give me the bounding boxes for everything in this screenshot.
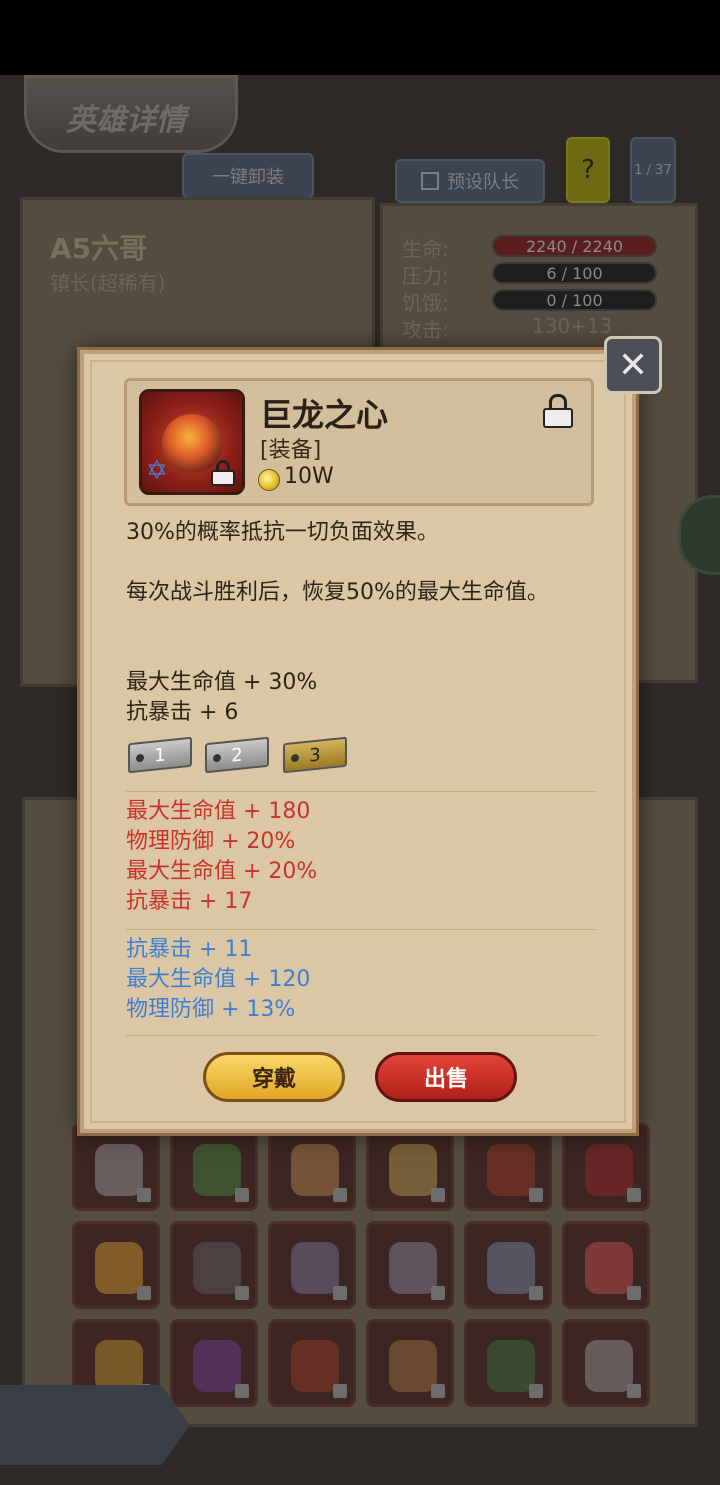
item-icon (389, 1144, 437, 1196)
inventory-slot[interactable] (268, 1319, 356, 1407)
inventory-slot[interactable] (170, 1319, 258, 1407)
lock-icon (333, 1286, 347, 1300)
blue-stat: 最大生命值 + 120 (126, 967, 311, 992)
inventory-slot[interactable] (464, 1319, 552, 1407)
item-icon (585, 1340, 633, 1392)
lock-icon (137, 1286, 151, 1300)
red-stat: 抗暴击 + 17 (126, 889, 253, 914)
inventory-slot[interactable] (562, 1123, 650, 1211)
lock-icon (529, 1188, 543, 1202)
checkbox-box[interactable] (421, 172, 439, 190)
lock-icon (529, 1286, 543, 1300)
preset-captain-checkbox[interactable]: 预设队长 (395, 159, 545, 203)
sell-button[interactable]: 出售 (375, 1052, 517, 1102)
lock-icon (137, 1188, 151, 1202)
hero-name: A5六哥 (50, 232, 148, 265)
item-type: [装备] (260, 438, 322, 463)
tier-label: 3 (309, 743, 321, 767)
inventory-slot[interactable] (268, 1221, 356, 1309)
stat-label: 压力: (402, 264, 449, 288)
base-stat: 抗暴击 + 6 (126, 700, 239, 725)
blue-stat: 物理防御 + 13% (126, 997, 296, 1022)
inventory-slot[interactable] (72, 1221, 160, 1309)
item-icon (487, 1340, 535, 1392)
item-icon (95, 1242, 143, 1294)
item-icon (291, 1242, 339, 1294)
inventory-slot[interactable] (464, 1221, 552, 1309)
red-stat: 物理防御 + 20% (126, 829, 296, 854)
item-price: 10W (284, 464, 334, 489)
hp-bar: 2240 / 2240 (492, 235, 657, 257)
item-icon (291, 1340, 339, 1392)
item-description: 每次战斗胜利后，恢复50%的最大生命值。 (126, 580, 549, 605)
page-title: 英雄详情 (66, 103, 186, 138)
lock-icon (333, 1384, 347, 1398)
lock-toggle-icon[interactable] (543, 394, 573, 428)
item-icon (585, 1144, 633, 1196)
lock-icon (627, 1188, 641, 1202)
lock-icon (529, 1384, 543, 1398)
inventory-slot[interactable] (562, 1319, 650, 1407)
stat-label: 饥饿: (402, 291, 449, 315)
item-name: 巨龙之心 (260, 396, 389, 434)
inventory-slot[interactable] (464, 1123, 552, 1211)
inventory-slot[interactable] (268, 1123, 356, 1211)
red-stat: 最大生命值 + 180 (126, 799, 311, 824)
red-stat: 最大生命值 + 20% (126, 859, 318, 884)
lock-icon (235, 1384, 249, 1398)
lock-icon (333, 1188, 347, 1202)
divider (126, 791, 596, 792)
tier-label: 2 (231, 743, 243, 767)
inventory-slot[interactable] (562, 1221, 650, 1309)
hunger-bar: 0 / 100 (492, 289, 657, 311)
item-icon (193, 1242, 241, 1294)
page-counter: 1 / 37 (630, 137, 676, 203)
hero-role: 镇长(超稀有) (50, 271, 166, 295)
item-icon (389, 1340, 437, 1392)
item-icon (193, 1144, 241, 1196)
lock-icon (235, 1286, 249, 1300)
divider (126, 929, 596, 930)
lock-icon (211, 460, 235, 486)
item-icon (95, 1340, 143, 1392)
lock-icon (235, 1188, 249, 1202)
tier-label: 1 (154, 743, 166, 767)
lock-icon (627, 1384, 641, 1398)
wear-button[interactable]: 穿戴 (203, 1052, 345, 1102)
base-stat: 最大生命值 + 30% (126, 670, 318, 695)
stat-label: 生命: (402, 237, 449, 261)
inventory-slot[interactable] (170, 1221, 258, 1309)
inventory-slot[interactable] (366, 1123, 454, 1211)
attack-value: 130+13 (532, 314, 613, 338)
stress-bar: 6 / 100 (492, 262, 657, 284)
item-icon (291, 1144, 339, 1196)
item-icon (389, 1242, 437, 1294)
help-button[interactable]: ? (566, 137, 610, 203)
stat-label: 攻击: (402, 318, 449, 342)
item-icon (487, 1144, 535, 1196)
inventory-slot[interactable] (366, 1319, 454, 1407)
item-icon (95, 1144, 143, 1196)
lock-icon (431, 1188, 445, 1202)
lock-icon (431, 1286, 445, 1300)
divider (126, 1035, 596, 1036)
blue-stat: 抗暴击 + 11 (126, 937, 253, 962)
inventory-slot[interactable] (72, 1123, 160, 1211)
item-icon (487, 1242, 535, 1294)
item-icon (193, 1340, 241, 1392)
star-of-david-icon: ✡ (146, 456, 168, 486)
coin-icon (258, 469, 280, 491)
back-arrow-button[interactable] (0, 1385, 190, 1465)
inventory-slot[interactable] (366, 1221, 454, 1309)
unequip-all-button[interactable]: 一键卸装 (182, 153, 314, 199)
lock-icon (627, 1286, 641, 1300)
item-description: 30%的概率抵抗一切负面效果。 (126, 520, 439, 545)
lock-icon (431, 1384, 445, 1398)
preset-captain-label: 预设队长 (447, 172, 519, 193)
item-icon (585, 1242, 633, 1294)
inventory-slot[interactable] (170, 1123, 258, 1211)
close-icon[interactable]: ✕ (604, 336, 662, 394)
